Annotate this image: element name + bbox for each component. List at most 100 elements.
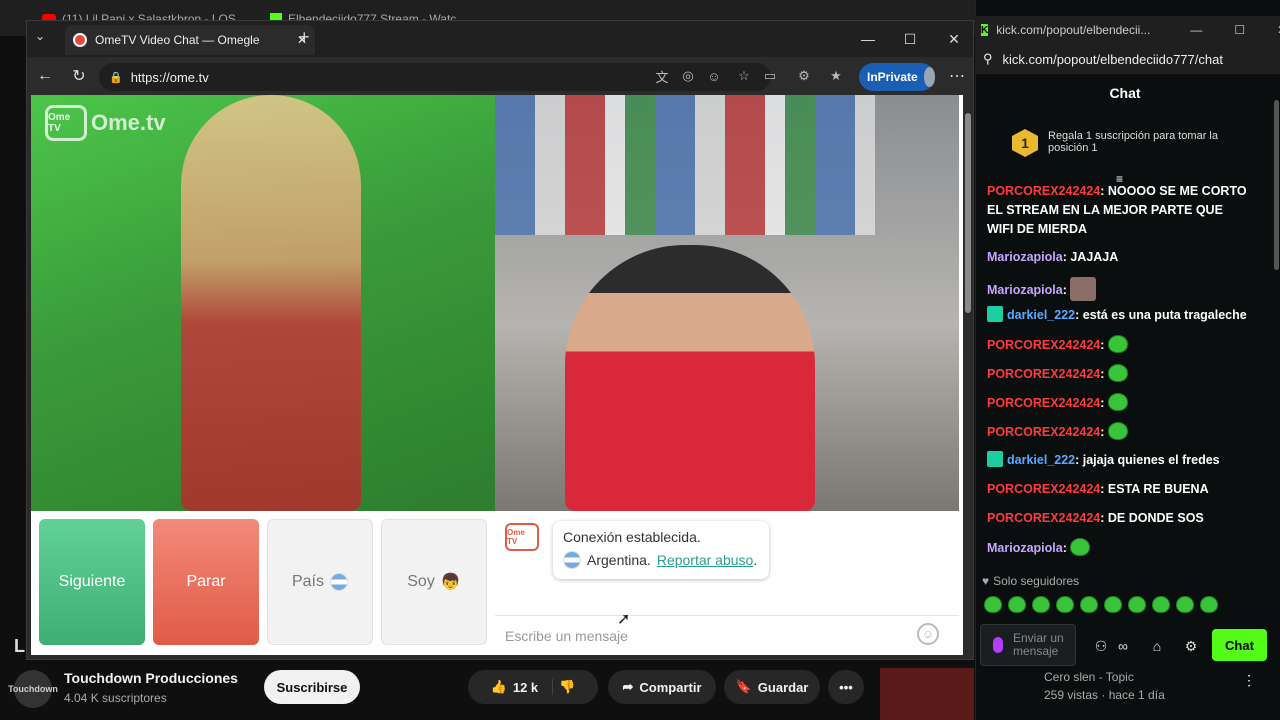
- channel-avatar[interactable]: Touchdown: [8, 670, 58, 708]
- quick-emote-icon[interactable]: [1176, 596, 1194, 613]
- page-scroll-thumb[interactable]: [965, 113, 971, 313]
- emoji-picker-icon[interactable]: ☺: [917, 623, 939, 645]
- chat-message: darkiel_222: jajaja quienes el fredes: [987, 451, 1252, 470]
- image-emote-icon: [1070, 277, 1097, 301]
- chat-text: : JAJAJA: [1062, 250, 1119, 264]
- tracking-prevention-icon[interactable]: ◎: [679, 67, 697, 85]
- kick-window-title: kick.com/popout/elbendecii...: [996, 23, 1151, 37]
- kick-minimize-button[interactable]: —: [1190, 23, 1202, 37]
- like-button[interactable]: 👍 12 k: [491, 679, 554, 695]
- back-arrow-icon[interactable]: ←: [33, 65, 57, 87]
- lock-icon: 🔒: [109, 71, 123, 84]
- recommended-video-info[interactable]: Cero slen - Topic 259 vistas · hace 1 dí…: [1044, 668, 1165, 704]
- share-button[interactable]: ➦ Compartir: [608, 670, 716, 704]
- country-label: País: [291, 573, 324, 590]
- pepe-emote-icon: [1107, 364, 1128, 382]
- translate-icon[interactable]: 文: [653, 67, 671, 85]
- kick-logo-icon: K: [981, 24, 989, 36]
- recommended-thumbnail[interactable]: [880, 668, 974, 720]
- report-abuse-link[interactable]: Reportar abuso.: [657, 552, 757, 568]
- store-icon[interactable]: ⌂: [1146, 636, 1168, 656]
- tab-actions-chevron-icon[interactable]: ⌄: [35, 29, 45, 43]
- infinity-icon[interactable]: ∞: [1112, 636, 1134, 656]
- chat-username[interactable]: PORCOREX242424: [987, 482, 1100, 496]
- channel-name[interactable]: Touchdown Producciones: [64, 670, 238, 686]
- extensions-icon[interactable]: ⚙: [795, 67, 813, 85]
- youtube-side-letter: L: [14, 636, 25, 656]
- country-button[interactable]: País: [267, 519, 373, 645]
- chat-username[interactable]: Mariozapiola: [987, 283, 1063, 297]
- chat-username[interactable]: Mariozapiola: [987, 541, 1063, 555]
- chat-username[interactable]: PORCOREX242424: [987, 511, 1100, 525]
- site-info-icon[interactable]: ⚲: [983, 51, 993, 67]
- chat-username[interactable]: Mariozapiola: [987, 250, 1063, 264]
- chat-username[interactable]: PORCOREX242424: [987, 396, 1100, 410]
- chat-text: : jajaja quienes el fredes: [1075, 453, 1220, 467]
- kick-titlebar: K kick.com/popout/elbendecii... — ☐ ✕: [975, 16, 1280, 44]
- settings-gear-icon[interactable]: ⚙: [1180, 636, 1202, 656]
- channel-subscribers: 4.04 K suscriptores: [64, 691, 167, 705]
- ometv-message-logo-icon: Ome TV: [505, 523, 539, 551]
- quick-emote-icon[interactable]: [1200, 596, 1218, 613]
- ometv-message-input[interactable]: Escribe un mensaje: [495, 615, 959, 655]
- quick-emote-icon[interactable]: [1104, 596, 1122, 613]
- chat-send-button[interactable]: Chat: [1212, 629, 1267, 661]
- save-button[interactable]: 🔖 Guardar: [724, 670, 820, 704]
- quick-emote-row: [984, 596, 1246, 616]
- recommended-more-icon[interactable]: ⋮: [1242, 672, 1256, 689]
- maximize-button[interactable]: ☐: [895, 27, 925, 51]
- kick-scrollbar[interactable]: [1274, 100, 1279, 270]
- edge-active-tab[interactable]: OmeTV Video Chat — Omegle ✕: [65, 25, 315, 55]
- og-badge-icon: [987, 306, 1003, 322]
- gift-sub-promo[interactable]: 1 Regala 1 suscripción para tomar la pos…: [1012, 126, 1252, 160]
- chat-username[interactable]: PORCOREX242424: [987, 367, 1100, 381]
- chat-text: :: [1100, 338, 1105, 352]
- stop-button[interactable]: Parar: [153, 519, 259, 645]
- quick-emote-icon[interactable]: [1080, 596, 1098, 613]
- inprivate-badge[interactable]: InPrivate: [859, 63, 935, 91]
- chat-text: :: [1100, 396, 1105, 410]
- address-url: https://ome.tv: [130, 69, 209, 85]
- pepe-emote-icon: [1107, 335, 1128, 353]
- mouse-cursor-icon: ➚: [617, 611, 631, 628]
- subscribe-button[interactable]: Suscribirse: [264, 670, 360, 704]
- chat-username[interactable]: PORCOREX242424: [987, 338, 1100, 352]
- chat-username[interactable]: PORCOREX242424: [987, 184, 1100, 198]
- refresh-icon[interactable]: ↻: [67, 65, 91, 87]
- quick-emote-icon[interactable]: [1128, 596, 1146, 613]
- chat-username[interactable]: PORCOREX242424: [987, 425, 1100, 439]
- browser-menu-icon[interactable]: ⋯: [945, 65, 969, 87]
- gender-button[interactable]: Soy 👦: [381, 519, 487, 645]
- chat-message: PORCOREX242424:: [987, 422, 1252, 442]
- kick-maximize-button[interactable]: ☐: [1234, 23, 1245, 37]
- dislike-button[interactable]: 👎: [559, 679, 575, 695]
- og-badge-icon: [987, 451, 1003, 467]
- quick-emote-icon[interactable]: [1008, 596, 1026, 613]
- quick-emote-icon[interactable]: [1152, 596, 1170, 613]
- recommended-meta: 259 vistas · hace 1 día: [1044, 688, 1165, 702]
- camera-icon[interactable]: ▭: [761, 67, 779, 85]
- chat-username[interactable]: darkiel_222: [1007, 453, 1075, 467]
- thumbs-down-icon: 👎: [559, 679, 576, 694]
- new-tab-icon[interactable]: +: [299, 27, 310, 48]
- kick-url: kick.com/popout/elbendeciido777/chat: [1002, 51, 1223, 67]
- minimize-button[interactable]: —: [853, 27, 883, 51]
- next-button[interactable]: Siguiente: [39, 519, 145, 645]
- microphone-icon[interactable]: [993, 637, 1003, 653]
- favorite-star-icon[interactable]: ☆: [735, 67, 753, 85]
- favorites-icon[interactable]: ★: [827, 67, 845, 85]
- emoji-icon[interactable]: ☺: [705, 67, 723, 85]
- followers-only-label: Solo seguidores: [993, 574, 1080, 588]
- chat-username[interactable]: darkiel_222: [1007, 308, 1075, 322]
- message-title: Conexión establecida.: [563, 529, 701, 545]
- people-icon[interactable]: ⚇: [1090, 636, 1112, 656]
- close-window-button[interactable]: ✕: [939, 27, 969, 51]
- quick-emote-icon[interactable]: [1032, 596, 1050, 613]
- quick-emote-icon[interactable]: [984, 596, 1002, 613]
- more-actions-button[interactable]: •••: [828, 670, 864, 704]
- self-figure: [565, 245, 815, 511]
- kick-message-input[interactable]: Enviar un mensaje: [980, 624, 1076, 666]
- quick-emote-icon[interactable]: [1056, 596, 1074, 613]
- chat-text: : está es una puta tragaleche: [1075, 308, 1247, 322]
- bookmark-icon: 🔖: [735, 679, 752, 694]
